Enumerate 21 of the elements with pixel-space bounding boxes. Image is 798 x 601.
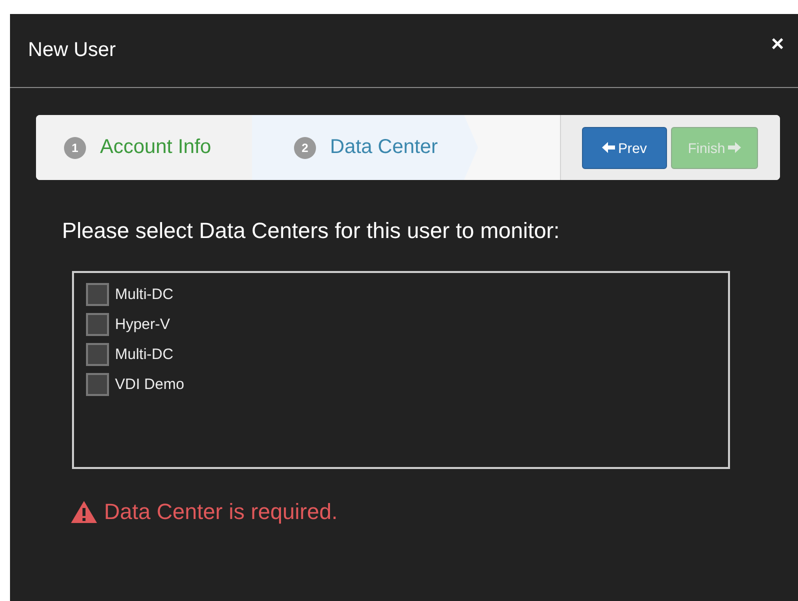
checkbox[interactable] xyxy=(86,343,109,366)
checkbox-label: Hyper-V xyxy=(115,316,170,333)
close-button[interactable]: × xyxy=(771,30,784,56)
checkbox[interactable] xyxy=(86,373,109,396)
step-label: Data Center xyxy=(330,136,438,159)
step-label: Account Info xyxy=(100,136,212,159)
arrow-right-icon xyxy=(728,142,742,153)
checkbox-label: Multi-DC xyxy=(115,286,174,303)
checkbox-label: VDI Demo xyxy=(115,376,184,393)
checkbox-label: Multi-DC xyxy=(115,346,174,363)
prev-button[interactable]: Prev xyxy=(582,126,667,168)
prompt-text: Please select Data Centers for this user to monitor: xyxy=(62,218,561,244)
wizard-step[interactable]: 2 Data Center xyxy=(252,115,478,180)
step-number: 1 xyxy=(64,136,86,158)
dialog-title: New User xyxy=(28,39,116,62)
checkbox[interactable] xyxy=(86,313,109,336)
checkbox[interactable] xyxy=(86,283,109,306)
warning-icon xyxy=(70,500,98,524)
step-number: 2 xyxy=(294,136,316,158)
arrow-left-icon xyxy=(602,142,616,153)
error-message: Data Center is required. xyxy=(104,499,338,525)
